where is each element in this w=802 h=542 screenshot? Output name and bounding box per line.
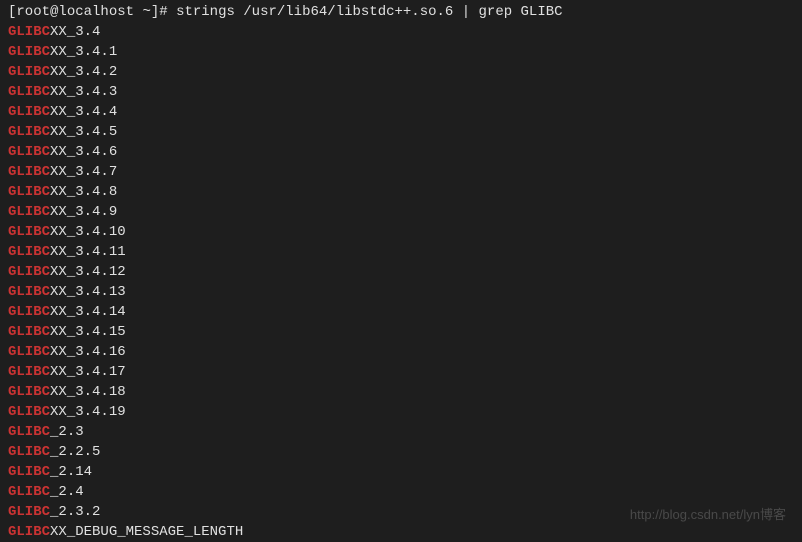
output-rest: XX_3.4.17 xyxy=(50,364,126,380)
output-rest: XX_3.4.12 xyxy=(50,264,126,280)
prompt-user-host: root@localhost xyxy=(16,4,134,20)
output-line: GLIBCXX_3.4.4 xyxy=(8,102,794,122)
grep-match: GLIBC xyxy=(8,144,50,160)
output-line: GLIBCXX_3.4.12 xyxy=(8,262,794,282)
grep-match: GLIBC xyxy=(8,404,50,420)
output-rest: XX_3.4.19 xyxy=(50,404,126,420)
output-rest: XX_3.4.10 xyxy=(50,224,126,240)
grep-match: GLIBC xyxy=(8,484,50,500)
output-rest: XX_3.4.1 xyxy=(50,44,117,60)
output-rest: XX_3.4.4 xyxy=(50,104,117,120)
grep-match: GLIBC xyxy=(8,504,50,520)
output-line: GLIBCXX_3.4.9 xyxy=(8,202,794,222)
output-line: GLIBCXX_3.4.17 xyxy=(8,362,794,382)
output-rest: XX_3.4.13 xyxy=(50,284,126,300)
output-rest: XX_3.4.9 xyxy=(50,204,117,220)
output-line: GLIBCXX_3.4.13 xyxy=(8,282,794,302)
output-rest: XX_3.4.8 xyxy=(50,184,117,200)
grep-match: GLIBC xyxy=(8,324,50,340)
grep-match: GLIBC xyxy=(8,64,50,80)
output-line: GLIBCXX_3.4.19 xyxy=(8,402,794,422)
output-rest: XX_3.4.15 xyxy=(50,324,126,340)
output-line: GLIBCXX_3.4.8 xyxy=(8,182,794,202)
output-line: GLIBC_2.2.5 xyxy=(8,442,794,462)
output-rest: XX_3.4.16 xyxy=(50,344,126,360)
grep-match: GLIBC xyxy=(8,524,50,540)
watermark-text: http://blog.csdn.net/lyn博客 xyxy=(630,505,786,525)
prompt-symbol: # xyxy=(159,4,167,20)
output-line: GLIBCXX_3.4.18 xyxy=(8,382,794,402)
output-line: GLIBCXX_DEBUG_MESSAGE_LENGTH xyxy=(8,522,794,542)
output-rest: XX_3.4.11 xyxy=(50,244,126,260)
grep-match: GLIBC xyxy=(8,104,50,120)
grep-match: GLIBC xyxy=(8,444,50,460)
output-rest: XX_3.4.2 xyxy=(50,64,117,80)
prompt-close-bracket: ] xyxy=(151,4,159,20)
output-line: GLIBCXX_3.4.11 xyxy=(8,242,794,262)
grep-match: GLIBC xyxy=(8,124,50,140)
output-rest: XX_3.4.3 xyxy=(50,84,117,100)
terminal-output: GLIBCXX_3.4GLIBCXX_3.4.1GLIBCXX_3.4.2GLI… xyxy=(8,22,794,542)
output-line: GLIBCXX_3.4.2 xyxy=(8,62,794,82)
output-rest: XX_DEBUG_MESSAGE_LENGTH xyxy=(50,524,243,540)
terminal-prompt-line[interactable]: [root@localhost ~]# strings /usr/lib64/l… xyxy=(8,2,794,22)
grep-match: GLIBC xyxy=(8,424,50,440)
grep-match: GLIBC xyxy=(8,204,50,220)
grep-match: GLIBC xyxy=(8,284,50,300)
grep-match: GLIBC xyxy=(8,44,50,60)
grep-match: GLIBC xyxy=(8,224,50,240)
output-rest: XX_3.4.6 xyxy=(50,144,117,160)
grep-match: GLIBC xyxy=(8,244,50,260)
output-line: GLIBC_2.4 xyxy=(8,482,794,502)
output-line: GLIBCXX_3.4.3 xyxy=(8,82,794,102)
output-line: GLIBCXX_3.4.1 xyxy=(8,42,794,62)
output-line: GLIBCXX_3.4.16 xyxy=(8,342,794,362)
grep-match: GLIBC xyxy=(8,264,50,280)
output-line: GLIBCXX_3.4.15 xyxy=(8,322,794,342)
output-line: GLIBC_2.14 xyxy=(8,462,794,482)
grep-match: GLIBC xyxy=(8,84,50,100)
grep-match: GLIBC xyxy=(8,164,50,180)
output-rest: XX_3.4.5 xyxy=(50,124,117,140)
output-line: GLIBCXX_3.4.6 xyxy=(8,142,794,162)
output-line: GLIBC_2.3 xyxy=(8,422,794,442)
output-line: GLIBCXX_3.4.7 xyxy=(8,162,794,182)
grep-match: GLIBC xyxy=(8,364,50,380)
grep-match: GLIBC xyxy=(8,304,50,320)
output-line: GLIBCXX_3.4 xyxy=(8,22,794,42)
output-rest: XX_3.4 xyxy=(50,24,100,40)
output-rest: XX_3.4.7 xyxy=(50,164,117,180)
grep-match: GLIBC xyxy=(8,184,50,200)
grep-match: GLIBC xyxy=(8,384,50,400)
output-rest: _2.3 xyxy=(50,424,84,440)
grep-match: GLIBC xyxy=(8,24,50,40)
output-rest: _2.4 xyxy=(50,484,84,500)
output-line: GLIBCXX_3.4.14 xyxy=(8,302,794,322)
grep-match: GLIBC xyxy=(8,464,50,480)
terminal-command: strings /usr/lib64/libstdc++.so.6 | grep… xyxy=(176,4,562,20)
grep-match: GLIBC xyxy=(8,344,50,360)
output-line: GLIBCXX_3.4.5 xyxy=(8,122,794,142)
prompt-path: ~ xyxy=(142,4,150,20)
output-rest: _2.14 xyxy=(50,464,92,480)
output-rest: _2.3.2 xyxy=(50,504,100,520)
output-rest: XX_3.4.18 xyxy=(50,384,126,400)
output-rest: _2.2.5 xyxy=(50,444,100,460)
output-line: GLIBCXX_3.4.10 xyxy=(8,222,794,242)
output-rest: XX_3.4.14 xyxy=(50,304,126,320)
